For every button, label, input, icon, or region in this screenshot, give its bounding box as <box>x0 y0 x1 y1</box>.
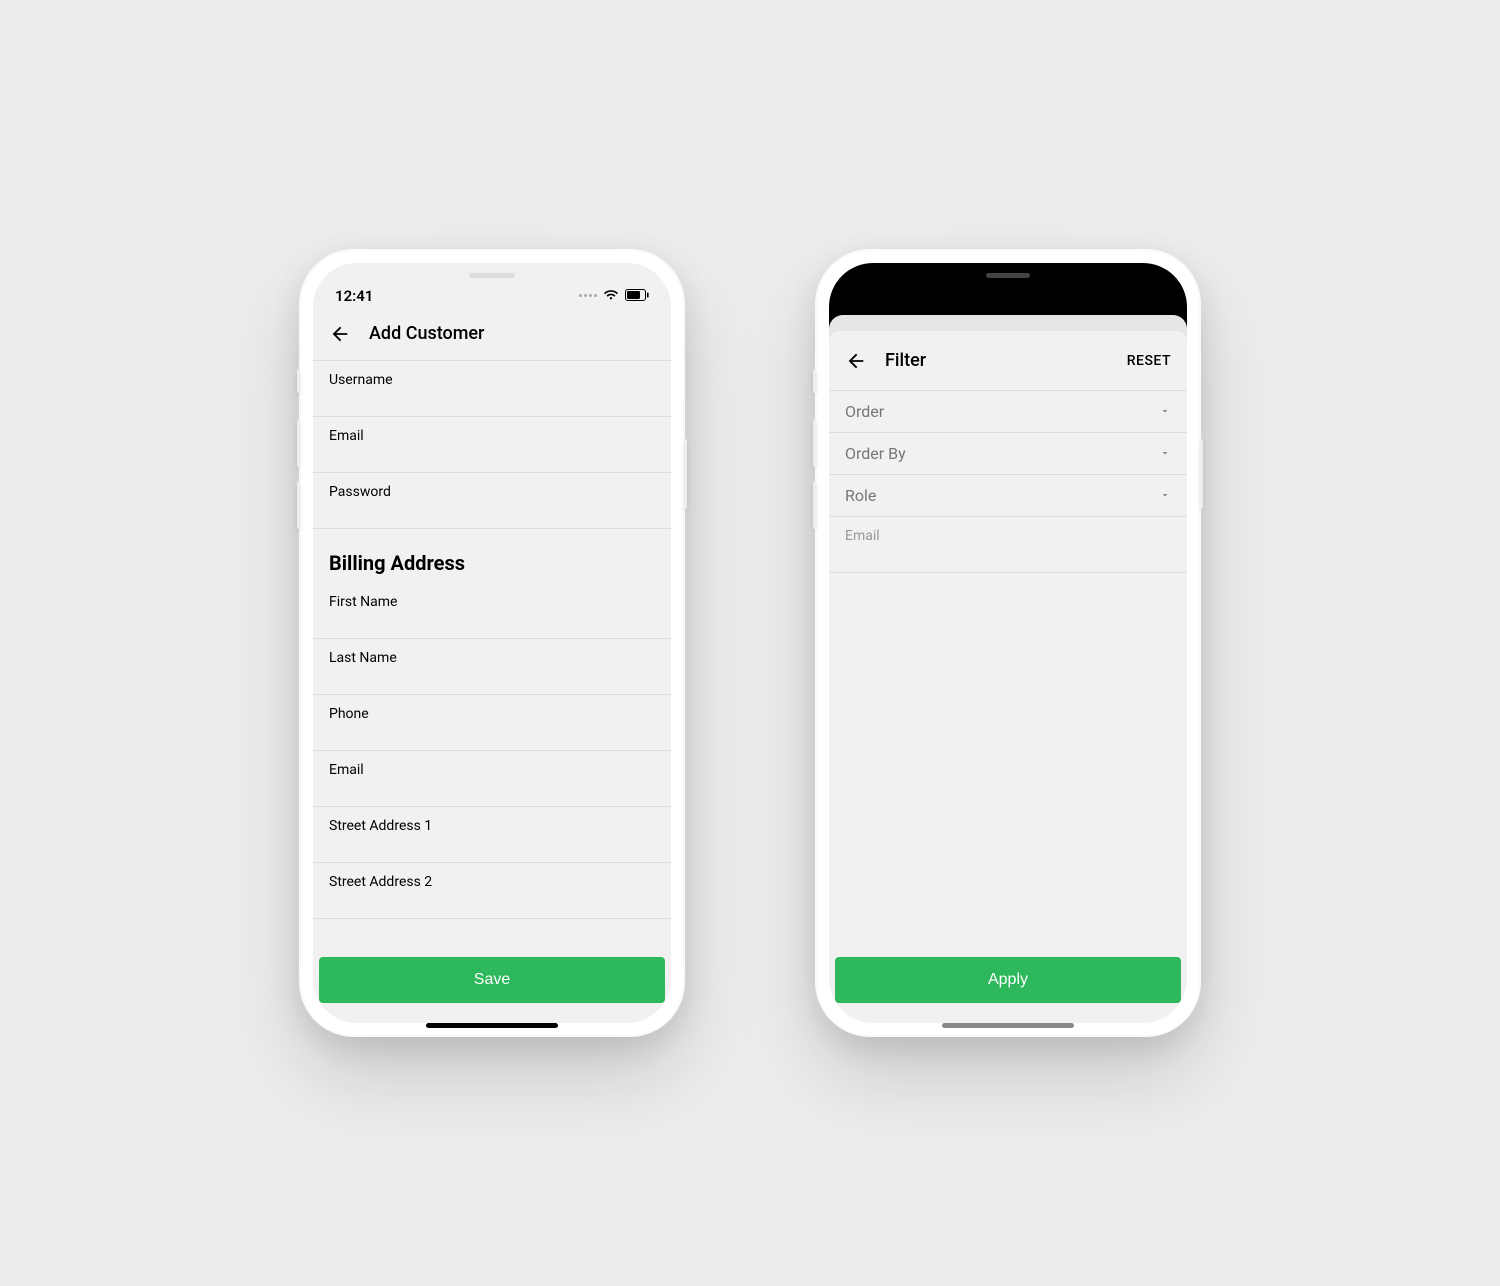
order-label: Order <box>845 402 884 421</box>
page-title: Filter <box>885 350 1109 371</box>
stage: 12:41 Add Customer <box>0 0 1500 1286</box>
billing-email-input[interactable] <box>329 779 655 803</box>
username-input[interactable] <box>329 389 655 413</box>
street-1-field[interactable]: Street Address 1 <box>313 807 671 863</box>
username-field[interactable]: Username <box>313 361 671 417</box>
save-button[interactable]: Save <box>319 957 665 1003</box>
password-label: Password <box>329 483 655 501</box>
street-1-label: Street Address 1 <box>329 817 655 835</box>
phone-input[interactable] <box>329 723 655 747</box>
phone-left-frame: 12:41 Add Customer <box>299 249 685 1037</box>
email-label: Email <box>329 427 655 445</box>
status-bar: 12:41 <box>313 263 671 307</box>
order-by-label: Order By <box>845 444 906 463</box>
order-select[interactable]: Order <box>829 391 1187 433</box>
header: Add Customer <box>313 307 671 361</box>
side-button <box>684 439 687 509</box>
status-right <box>579 286 649 305</box>
filter-email-field[interactable]: Email <box>829 517 1187 573</box>
home-indicator <box>942 1023 1074 1028</box>
form-content[interactable]: Username Email Password Billing Address … <box>313 361 671 955</box>
side-button <box>813 481 816 529</box>
back-arrow-icon[interactable] <box>329 323 351 345</box>
role-select[interactable]: Role <box>829 475 1187 517</box>
phone-left-screen: 12:41 Add Customer <box>313 263 671 1023</box>
first-name-field[interactable]: First Name <box>313 583 671 639</box>
filter-content[interactable]: Order Order By Role <box>829 391 1187 955</box>
side-button <box>813 419 816 467</box>
first-name-label: First Name <box>329 593 655 611</box>
side-button <box>297 481 300 529</box>
side-button <box>1200 439 1203 509</box>
filter-email-label: Email <box>845 527 1171 545</box>
billing-email-label: Email <box>329 761 655 779</box>
filter-header: Filter RESET <box>829 331 1187 391</box>
phone-right-frame: Filter RESET Order Order By Role <box>815 249 1201 1037</box>
username-label: Username <box>329 371 655 389</box>
street-2-label: Street Address 2 <box>329 873 655 891</box>
last-name-input[interactable] <box>329 667 655 691</box>
email-input[interactable] <box>329 445 655 469</box>
home-indicator <box>426 1023 558 1028</box>
status-time: 12:41 <box>335 287 373 305</box>
last-name-label: Last Name <box>329 649 655 667</box>
side-button <box>813 369 816 393</box>
password-input[interactable] <box>329 501 655 525</box>
filter-email-input[interactable] <box>845 545 1171 569</box>
street-2-input[interactable] <box>329 891 655 915</box>
phone-field[interactable]: Phone <box>313 695 671 751</box>
signal-dots-icon <box>579 294 597 297</box>
reset-button[interactable]: RESET <box>1127 353 1171 369</box>
billing-email-field[interactable]: Email <box>313 751 671 807</box>
email-field[interactable]: Email <box>313 417 671 473</box>
chevron-down-icon <box>1159 486 1171 505</box>
chevron-down-icon <box>1159 444 1171 463</box>
street-2-field[interactable]: Street Address 2 <box>313 863 671 919</box>
role-label: Role <box>845 486 876 505</box>
password-field[interactable]: Password <box>313 473 671 529</box>
phone-label: Phone <box>329 705 655 723</box>
speaker <box>986 273 1030 278</box>
phone-right-screen: Filter RESET Order Order By Role <box>829 263 1187 1023</box>
bottom-bar: Save <box>319 957 665 1003</box>
billing-heading: Billing Address <box>313 529 671 583</box>
wifi-icon <box>603 286 619 305</box>
order-by-select[interactable]: Order By <box>829 433 1187 475</box>
page-title: Add Customer <box>369 323 655 344</box>
first-name-input[interactable] <box>329 611 655 635</box>
chevron-down-icon <box>1159 402 1171 421</box>
apply-button[interactable]: Apply <box>835 957 1181 1003</box>
side-button <box>297 419 300 467</box>
side-button <box>297 369 300 393</box>
speaker <box>469 273 515 278</box>
bottom-bar: Apply <box>835 957 1181 1003</box>
last-name-field[interactable]: Last Name <box>313 639 671 695</box>
battery-icon <box>625 286 649 305</box>
back-arrow-icon[interactable] <box>845 350 867 372</box>
street-1-input[interactable] <box>329 835 655 859</box>
